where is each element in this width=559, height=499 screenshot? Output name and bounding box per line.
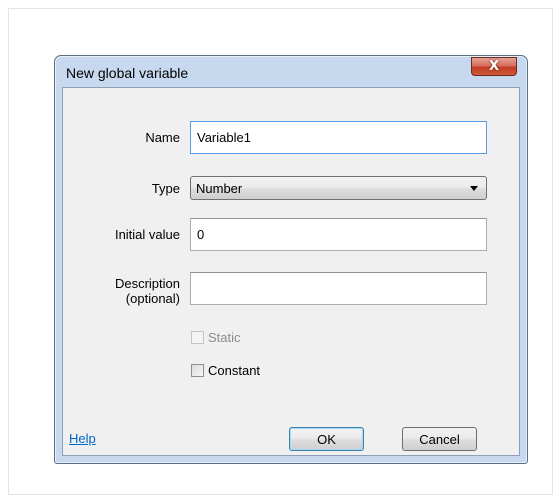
dialog-title: New global variable [66, 65, 189, 81]
close-icon: X [488, 59, 500, 74]
constant-checkbox[interactable] [191, 363, 204, 377]
constant-checkbox-row[interactable]: Constant [191, 362, 260, 378]
constant-checkbox-label[interactable]: Constant [208, 363, 260, 378]
description-input[interactable] [190, 272, 487, 305]
static-checkbox-row: Static [191, 329, 241, 345]
help-link[interactable]: Help [69, 431, 96, 446]
type-select-value: Number [196, 181, 243, 196]
dialog-body: Name Type Number Initial value Descripti… [62, 87, 520, 456]
static-checkbox [191, 330, 204, 344]
cancel-button[interactable]: Cancel [402, 427, 477, 451]
dialog-titlebar[interactable]: New global variable X [55, 56, 527, 86]
ok-button[interactable]: OK [289, 427, 364, 451]
chevron-down-icon [470, 186, 478, 191]
new-global-variable-dialog: New global variable X Name Type Number I… [54, 55, 528, 464]
description-optional-label: (optional) [125, 291, 180, 306]
name-input[interactable] [190, 121, 487, 154]
name-label: Name [145, 130, 180, 145]
close-button[interactable]: X [471, 57, 517, 76]
description-label: Description [114, 276, 180, 291]
initial-value-input[interactable] [190, 218, 487, 251]
static-checkbox-label: Static [208, 329, 241, 345]
type-label: Type [151, 181, 180, 196]
type-select[interactable]: Number [190, 176, 487, 200]
initial-value-label: Initial value [114, 227, 180, 242]
